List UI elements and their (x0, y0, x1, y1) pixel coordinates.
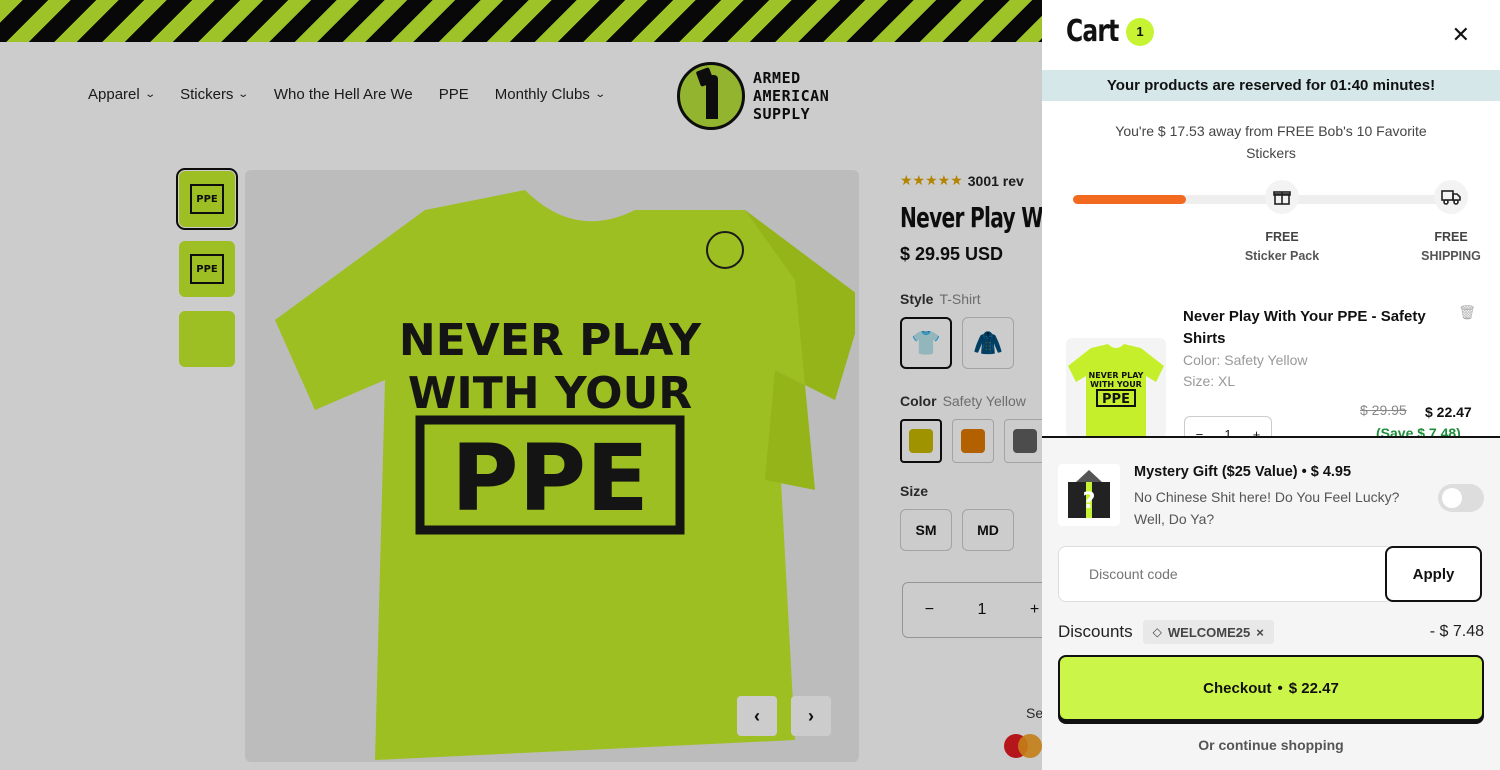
close-icon[interactable]: ✕ (1452, 22, 1470, 48)
cart-count-badge: 1 (1126, 17, 1154, 46)
checkout-button[interactable]: Checkout • $ 22.47 (1058, 655, 1484, 721)
discounts-label: Discounts (1058, 622, 1133, 641)
cart-item-variants: Color: Safety Yellow Size: XL (1183, 350, 1308, 392)
upsell-description: No Chinese Shit here! Do You Feel Lucky?… (1134, 489, 1400, 527)
remove-discount-icon[interactable]: × (1256, 625, 1264, 640)
svg-text:WITH YOUR: WITH YOUR (1090, 380, 1142, 389)
tag-icon: ◇ (1152, 625, 1162, 639)
cart-item-size: Size: XL (1183, 373, 1236, 389)
cart-header: Cart 1 (1066, 14, 1154, 49)
discount-code-value: WELCOME25 (1167, 624, 1251, 640)
discount-amount: - $ 7.48 (1429, 623, 1484, 640)
milestone-top: FREE (1265, 230, 1299, 244)
reservation-banner: Your products are reserved for 01:40 min… (1042, 70, 1500, 101)
cart-line-item: NEVER PLAY WITH YOUR PPE Never Play With Y… (1042, 300, 1500, 452)
checkout-label: Checkout (1203, 679, 1272, 697)
cart-item-image[interactable]: NEVER PLAY WITH YOUR PPE (1066, 338, 1166, 438)
gift-icon (1265, 180, 1299, 214)
cart-item-price: $ 22.47 (1425, 404, 1472, 420)
truck-icon (1434, 180, 1468, 214)
continue-shopping-link[interactable]: Or continue shopping (1042, 737, 1500, 753)
cart-title: Cart (1066, 14, 1119, 49)
milestone-top: FREE (1434, 230, 1468, 244)
milestone-bottom: SHIPPING (1421, 249, 1481, 263)
checkout-separator: • (1277, 679, 1283, 697)
apply-discount-button[interactable]: Apply (1385, 546, 1482, 602)
discount-code-input[interactable] (1058, 546, 1388, 602)
trash-icon[interactable]: 🗑 (1458, 304, 1476, 321)
mystery-box-icon: ? (1058, 464, 1120, 526)
reward-progress-fill (1073, 195, 1186, 204)
discounts-row: Discounts ◇ WELCOME25 × - $ 7.48 (1058, 618, 1484, 646)
milestone-sticker-pack: FREE Sticker Pack (1232, 228, 1332, 266)
free-gift-message: You're $ 17.53 away from FREE Bob's 10 F… (1115, 123, 1427, 161)
svg-text:PPE: PPE (1102, 392, 1130, 407)
cart-footer: ? Mystery Gift ($25 Value) • $ 4.95 No C… (1042, 436, 1500, 770)
upsell-price: • $ 4.95 (1301, 464, 1352, 480)
svg-text:NEVER PLAY: NEVER PLAY (1089, 371, 1144, 380)
cart-item-name[interactable]: Never Play With Your PPE - Safety Shirts (1183, 306, 1453, 350)
upsell-name: Mystery Gift ($25 Value) (1134, 464, 1298, 480)
cart-drawer: Cart 1 ✕ Your products are reserved for … (1042, 0, 1500, 770)
discount-tag: ◇ WELCOME25 × (1142, 620, 1274, 644)
upsell-toggle[interactable] (1438, 484, 1484, 512)
milestone-bottom: Sticker Pack (1244, 249, 1320, 263)
cart-item-original-price: $ 29.95 (1360, 402, 1407, 418)
upsell-title: Mystery Gift ($25 Value) • $ 4.95 (1134, 464, 1351, 480)
milestone-free-shipping: FREE SHIPPING (1401, 228, 1500, 266)
checkout-total: $ 22.47 (1288, 679, 1339, 697)
svg-text:?: ? (1083, 489, 1096, 514)
upsell-mystery-gift: ? Mystery Gift ($25 Value) • $ 4.95 No C… (1058, 464, 1484, 528)
cart-item-color: Color: Safety Yellow (1183, 352, 1308, 368)
